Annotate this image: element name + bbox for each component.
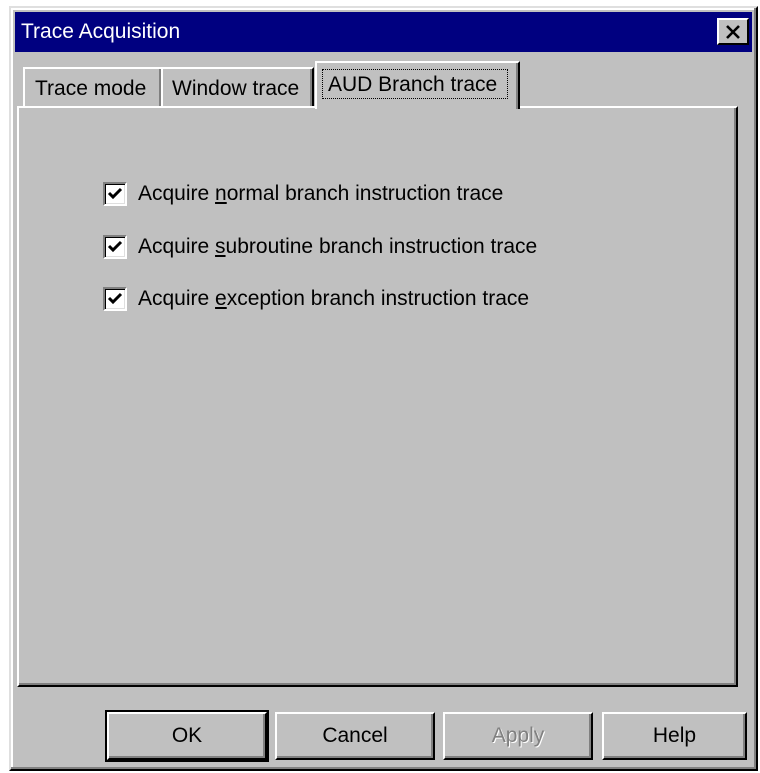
tab-aud-branch-trace-label: AUD Branch trace xyxy=(328,73,498,96)
subroutine-branch-checkbox[interactable] xyxy=(103,235,127,259)
tab-aud-branch-trace[interactable]: AUD Branch trace xyxy=(315,61,520,109)
close-button[interactable] xyxy=(717,18,749,45)
tab-trace-mode[interactable]: Trace mode xyxy=(23,67,163,108)
subroutine-branch-label: Acquire subroutine branch instruction tr… xyxy=(138,235,538,258)
checkmark-icon xyxy=(107,240,123,253)
window-title: Trace Acquisition xyxy=(21,20,181,43)
ok-button[interactable]: OK xyxy=(105,710,269,762)
close-icon xyxy=(726,24,740,39)
checkmark-icon xyxy=(107,187,123,200)
tab-window-trace-label: Window trace xyxy=(172,77,300,100)
checkmark-icon xyxy=(107,292,123,305)
tab-panel-aud-branch-trace: Acquire normal branch instruction trace … xyxy=(17,106,738,687)
exception-branch-label: Acquire exception branch instruction tra… xyxy=(138,287,530,310)
normal-branch-checkbox[interactable] xyxy=(103,182,127,206)
apply-button[interactable]: Apply xyxy=(443,712,593,760)
cancel-button[interactable]: Cancel xyxy=(275,712,435,760)
tab-window-trace[interactable]: Window trace xyxy=(161,67,314,108)
exception-branch-checkbox[interactable] xyxy=(103,287,127,311)
option-normal-branch[interactable]: Acquire normal branch instruction trace xyxy=(103,179,503,209)
title-bar[interactable]: Trace Acquisition xyxy=(15,12,752,52)
tab-trace-mode-label: Trace mode xyxy=(35,77,147,100)
option-exception-branch[interactable]: Acquire exception branch instruction tra… xyxy=(103,284,529,314)
option-subroutine-branch[interactable]: Acquire subroutine branch instruction tr… xyxy=(103,232,537,262)
normal-branch-label: Acquire normal branch instruction trace xyxy=(138,182,504,205)
help-button[interactable]: Help xyxy=(602,712,747,760)
